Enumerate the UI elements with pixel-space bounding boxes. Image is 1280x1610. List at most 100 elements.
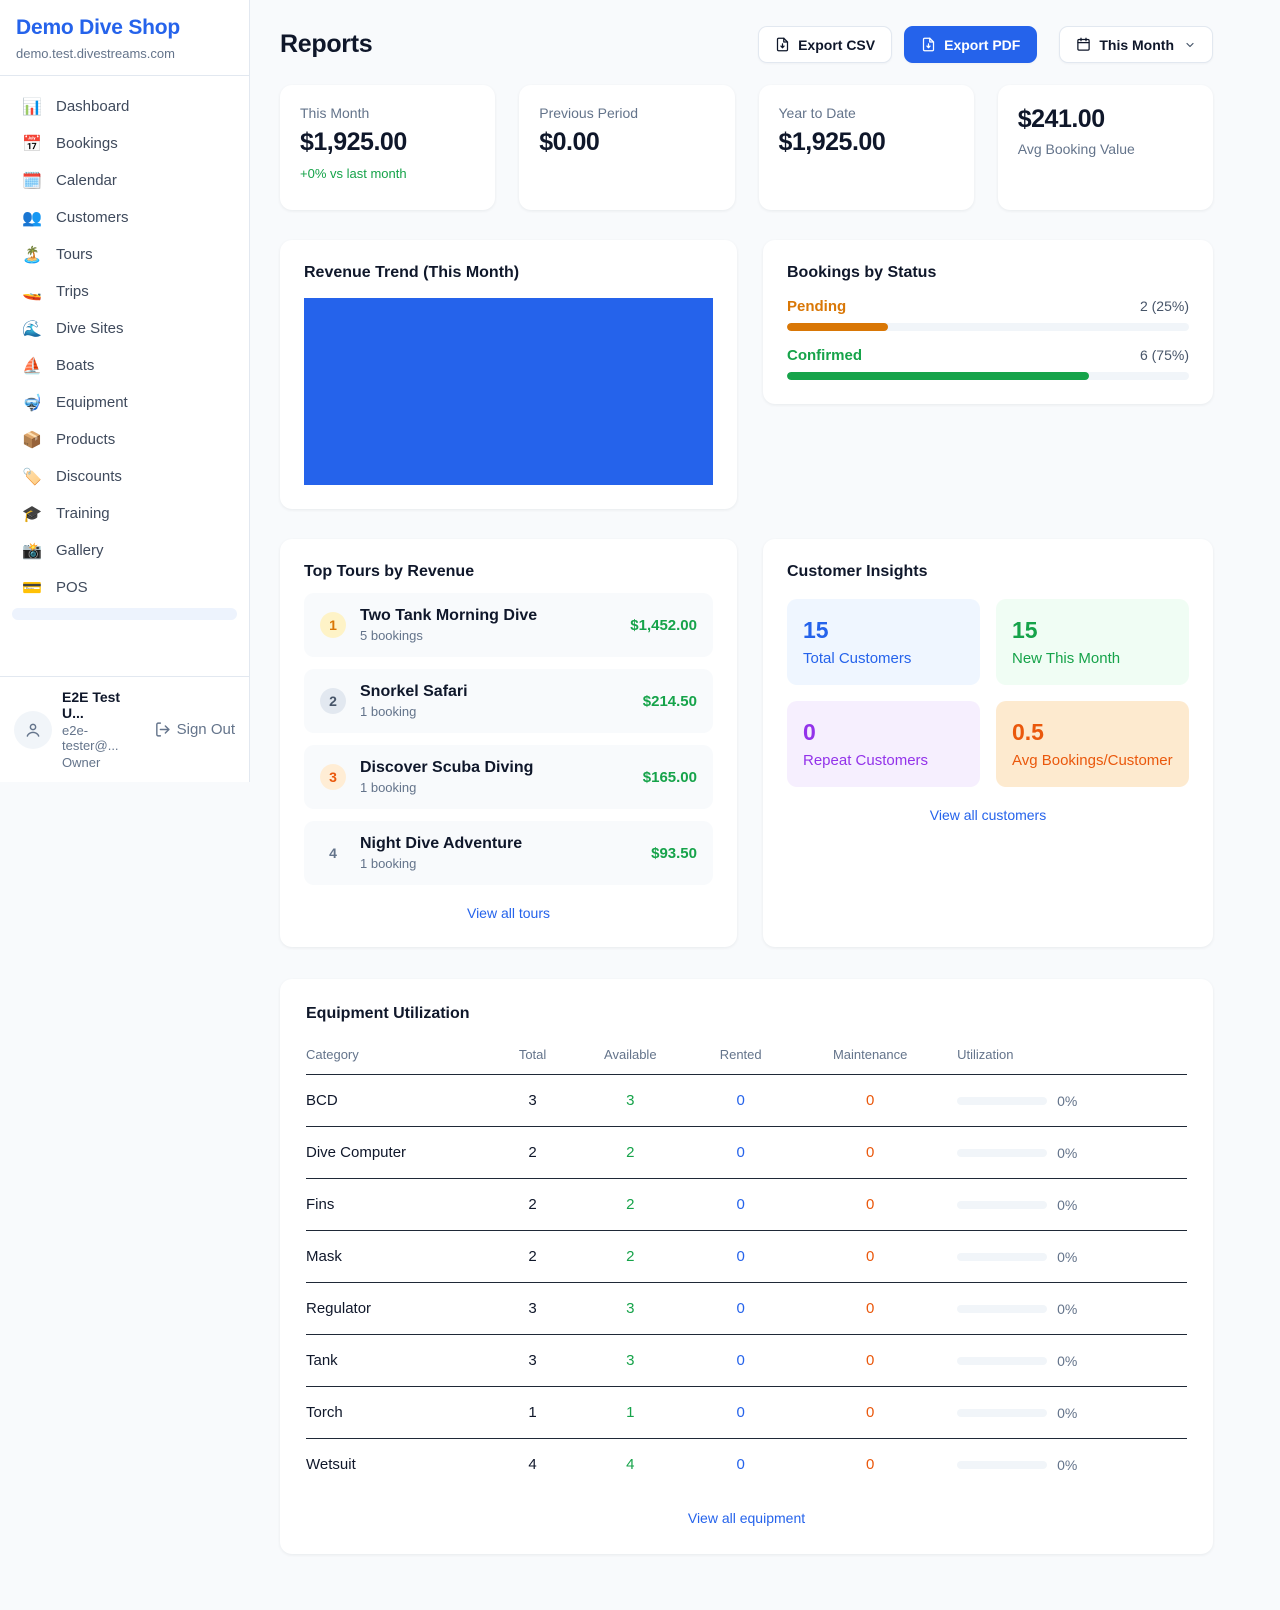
cell-rented: 0: [690, 1231, 791, 1283]
tile-value: 15: [803, 617, 964, 644]
avatar: [14, 711, 52, 749]
cell-total: 3: [495, 1283, 571, 1335]
stat-cards: This Month $1,925.00 +0% vs last month P…: [280, 85, 1213, 210]
calendar-date-icon: 📅: [22, 136, 42, 152]
equipment-utilization-title: Equipment Utilization: [306, 1005, 1187, 1023]
sidebar-item-training[interactable]: 🎓 Training: [0, 495, 249, 532]
list-item[interactable]: 2 Snorkel Safari 1 booking $214.50: [304, 669, 713, 733]
sidebar-item-label: Dive Sites: [56, 320, 124, 337]
tile-label: Avg Bookings/Customer: [1012, 752, 1173, 769]
bookings-by-status-card: Bookings by Status Pending 2 (25%) Confi…: [763, 240, 1213, 404]
list-item[interactable]: 4 Night Dive Adventure 1 booking $93.50: [304, 821, 713, 885]
view-all-customers-link[interactable]: View all customers: [930, 807, 1046, 823]
package-icon: 📦: [22, 432, 42, 448]
view-all-equipment-link[interactable]: View all equipment: [688, 1510, 805, 1526]
bookings-by-status-title: Bookings by Status: [787, 264, 1189, 282]
tile-repeat-customers: 0 Repeat Customers: [787, 701, 980, 787]
cell-maintenance: 0: [791, 1231, 949, 1283]
view-all-tours-link[interactable]: View all tours: [467, 905, 550, 921]
cell-category: Torch: [306, 1387, 495, 1439]
utilization-bar: [957, 1409, 1047, 1417]
people-icon: 👥: [22, 210, 42, 226]
list-item[interactable]: 3 Discover Scuba Diving 1 booking $165.0…: [304, 745, 713, 809]
file-download-icon: [775, 37, 790, 52]
sidebar-item-dashboard[interactable]: 📊 Dashboard: [0, 88, 249, 125]
graduation-cap-icon: 🎓: [22, 506, 42, 522]
cell-category: Regulator: [306, 1283, 495, 1335]
tour-revenue: $93.50: [651, 845, 697, 862]
user-meta: E2E Test U... e2e-tester@... Owner: [62, 689, 144, 770]
status-label: Confirmed: [787, 347, 862, 364]
sidebar-item-trips[interactable]: 🚤 Trips: [0, 273, 249, 310]
table-header-row: Category Total Available Rented Maintena…: [306, 1033, 1187, 1075]
cell-rented: 0: [690, 1439, 791, 1491]
user-role: Owner: [62, 755, 144, 770]
charts-row: Revenue Trend (This Month) Bookings by S…: [280, 240, 1213, 509]
tile-value: 0: [803, 719, 964, 746]
sidebar-item-bookings[interactable]: 📅 Bookings: [0, 125, 249, 162]
stat-label: This Month: [300, 105, 475, 121]
dive-mask-icon: 🤿: [22, 395, 42, 411]
revenue-trend-title: Revenue Trend (This Month): [304, 264, 713, 282]
stat-label: Year to Date: [779, 105, 954, 121]
period-dropdown[interactable]: This Month: [1059, 26, 1213, 63]
cell-available: 4: [570, 1439, 690, 1491]
equipment-table: Category Total Available Rented Maintena…: [306, 1033, 1187, 1490]
table-row: BCD 3 3 0 0 0%: [306, 1075, 1187, 1127]
col-category: Category: [306, 1033, 495, 1075]
stat-value: $241.00: [1018, 105, 1193, 134]
sidebar-item-equipment[interactable]: 🤿 Equipment: [0, 384, 249, 421]
sidebar-item-products[interactable]: 📦 Products: [0, 421, 249, 458]
cell-total: 2: [495, 1127, 571, 1179]
tours-insights-row: Top Tours by Revenue 1 Two Tank Morning …: [280, 539, 1213, 947]
table-row: Mask 2 2 0 0 0%: [306, 1231, 1187, 1283]
export-csv-button[interactable]: Export CSV: [758, 26, 892, 63]
stat-value: $1,925.00: [779, 128, 954, 157]
revenue-trend-chart: [304, 298, 713, 485]
customer-insights-card: Customer Insights 15 Total Customers 15 …: [763, 539, 1213, 947]
main-content: Reports Export CSV Export PDF: [250, 0, 1280, 1594]
sign-out-button[interactable]: Sign Out: [154, 721, 235, 738]
cell-total: 2: [495, 1179, 571, 1231]
sidebar-item-gallery[interactable]: 📸 Gallery: [0, 532, 249, 569]
sidebar-item-reports-partial[interactable]: [12, 608, 237, 620]
sidebar-item-label: Bookings: [56, 135, 118, 152]
sidebar-item-label: POS: [56, 579, 88, 596]
cell-available: 2: [570, 1231, 690, 1283]
sidebar-item-calendar[interactable]: 🗓️ Calendar: [0, 162, 249, 199]
sidebar-item-boats[interactable]: ⛵ Boats: [0, 347, 249, 384]
sidebar-item-label: Training: [56, 505, 110, 522]
utilization-bar: [957, 1305, 1047, 1313]
cell-available: 3: [570, 1335, 690, 1387]
credit-card-icon: 💳: [22, 580, 42, 596]
sidebar-item-dive-sites[interactable]: 🌊 Dive Sites: [0, 310, 249, 347]
camera-icon: 📸: [22, 543, 42, 559]
sidebar-item-discounts[interactable]: 🏷️ Discounts: [0, 458, 249, 495]
sidebar-item-pos[interactable]: 💳 POS: [0, 569, 249, 606]
customer-insights-title: Customer Insights: [787, 563, 1189, 581]
cell-maintenance: 0: [791, 1283, 949, 1335]
rank-badge: 2: [320, 688, 346, 714]
export-pdf-button[interactable]: Export PDF: [904, 26, 1037, 63]
tour-name: Snorkel Safari: [360, 683, 629, 701]
table-row: Torch 1 1 0 0 0%: [306, 1387, 1187, 1439]
tour-bookings: 1 booking: [360, 704, 629, 719]
revenue-trend-card: Revenue Trend (This Month): [280, 240, 737, 509]
cell-maintenance: 0: [791, 1335, 949, 1387]
equipment-utilization-card: Equipment Utilization Category Total Ava…: [280, 979, 1213, 1554]
sidebar-item-tours[interactable]: 🏝️ Tours: [0, 236, 249, 273]
chevron-down-icon: [1184, 39, 1196, 51]
cell-total: 3: [495, 1335, 571, 1387]
cell-maintenance: 0: [791, 1439, 949, 1491]
cell-available: 2: [570, 1127, 690, 1179]
status-count: 2 (25%): [1140, 298, 1189, 314]
page-header: Reports Export CSV Export PDF: [280, 26, 1213, 63]
list-item[interactable]: 1 Two Tank Morning Dive 5 bookings $1,45…: [304, 593, 713, 657]
sidebar-item-customers[interactable]: 👥 Customers: [0, 199, 249, 236]
cell-rented: 0: [690, 1127, 791, 1179]
top-tours-card: Top Tours by Revenue 1 Two Tank Morning …: [280, 539, 737, 947]
utilization-bar: [957, 1357, 1047, 1365]
period-label: This Month: [1099, 37, 1174, 53]
calendar-pad-icon: 🗓️: [22, 173, 42, 189]
sign-out-label: Sign Out: [177, 721, 235, 738]
